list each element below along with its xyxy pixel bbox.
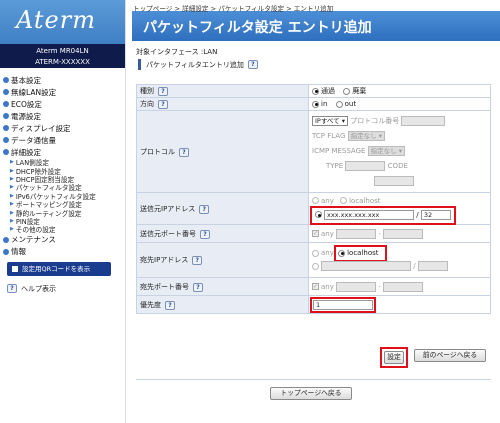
src-ip-localhost-radio[interactable] [340,197,348,204]
sidebar-item-power[interactable]: 電源設定 [3,110,125,122]
sidebar-subitem-other[interactable]: ▶ その他の設定 [3,225,125,234]
src-port-end-input[interactable] [383,228,424,239]
sidebar-item-advanced[interactable]: 詳細設定 [3,146,125,158]
help-icon[interactable]: ? [193,282,203,292]
icmp-type-input[interactable] [345,161,386,171]
help-icon[interactable]: ? [192,256,203,265]
src-port-label: 送信元ポート番号? [136,224,309,243]
bullet-icon [3,236,9,243]
device-id: ATERM-XXXXXX [35,58,90,66]
type-label: 種別? [136,84,309,98]
bullet-icon [3,77,9,83]
help-icon[interactable]: ? [165,300,175,310]
sidebar-item-info[interactable]: 情報 [3,246,125,258]
dst-ip-any-radio[interactable] [312,249,319,257]
arrow-icon: ▶ [10,209,14,216]
top-page-button[interactable]: トップページへ戻る [270,387,352,400]
src-ip-mask-input[interactable]: 32 [420,209,451,220]
interface-label: 対象インタフェース :LAN [136,48,218,56]
type-pass-radio[interactable] [312,87,319,95]
save-button-highlight: 設定 [380,347,408,368]
bullet-icon [3,101,9,107]
protocol-number-input[interactable] [401,116,446,126]
sidebar-item-basic[interactable]: 基本設定 [3,74,125,86]
help-icon: ? [7,284,17,294]
dst-ip-specify-radio[interactable] [312,262,319,270]
sidebar-item-data-usage[interactable]: データ通信量 [3,134,125,146]
protocol-label: プロトコル? [136,110,309,193]
breadcrumb: トップページ > 詳細設定 > パケットフィルタ設定 > エントリ追加 [133,5,334,13]
bullet-icon [3,125,9,131]
dst-port-any-checkbox[interactable]: ✓ [312,283,319,290]
arrow-icon: ▶ [10,217,14,224]
direction-in-radio[interactable] [312,100,319,108]
protocol-select[interactable]: IPすべて ▾ [312,116,348,126]
qr-code-icon [11,264,19,273]
dst-ip-localhost-radio[interactable] [338,249,346,257]
model-info: Aterm MR04LN ATERM-XXXXXX [0,44,125,68]
src-ip-specify-radio[interactable] [315,211,322,218]
src-port-any-checkbox[interactable]: ✓ [312,230,319,237]
arrow-icon: ▶ [10,201,14,208]
direction-label: 方向? [136,97,309,111]
src-ip-any-radio[interactable] [312,197,319,204]
divider [136,379,491,380]
dst-port-start-input[interactable] [336,281,377,292]
help-icon[interactable]: ? [199,204,210,214]
arrow-icon: ▶ [10,159,14,166]
help-icon[interactable]: ? [247,60,258,69]
tcp-flag-select[interactable]: 指定なし ▾ [347,131,385,141]
save-button[interactable]: 設定 [384,351,404,364]
main-content: トップページ > 詳細設定 > パケットフィルタ設定 > エントリ追加 パケット… [127,0,500,423]
bullet-icon [3,113,9,119]
icmp-message-select[interactable]: 指定なし ▾ [367,146,406,156]
bullet-icon [3,149,9,155]
dst-port-label: 宛先ポート番号? [136,277,309,296]
sidebar-menu: 基本設定 無線LAN設定 ECO設定 電源設定 ディスプレイ設定 データ通信量 … [0,68,125,294]
src-port-start-input[interactable] [336,228,377,239]
bullet-icon [3,137,9,143]
arrow-icon: ▶ [10,167,14,174]
arrow-icon: ▶ [10,226,14,233]
priority-input[interactable]: 1 [313,299,373,310]
direction-out-radio[interactable] [335,100,343,108]
model-name: Aterm MR04LN [36,47,89,55]
sidebar-item-eco[interactable]: ECO設定 [3,98,125,110]
sidebar-item-maintenance[interactable]: メンテナンス [3,234,125,246]
qr-code-button[interactable]: 設定用QRコードを表示 [7,261,111,276]
dst-port-end-input[interactable] [383,281,424,292]
icmp-code-input[interactable] [374,176,414,186]
bullet-icon [3,248,9,255]
aterm-logo: Aterm [0,0,125,44]
dst-ip-label: 宛先IPアドレス? [136,242,309,278]
page-title: パケットフィルタ設定 エントリ追加 [132,11,500,41]
src-ip-label: 送信元IPアドレス? [136,192,309,225]
sidebar-item-wireless-lan[interactable]: 無線LAN設定 [3,86,125,98]
priority-label: 優先度? [136,295,309,314]
arrow-icon: ▶ [10,175,14,182]
dst-ip-address-input[interactable] [321,261,411,271]
back-button[interactable]: 前のページへ戻る [414,349,486,362]
help-icon[interactable]: ? [158,87,168,96]
arrow-icon: ▶ [10,184,14,191]
help-toggle[interactable]: ? ヘルプ表示 [7,284,125,294]
arrow-icon: ▶ [10,192,14,199]
filter-entry-form: 種別? 通過 廃棄 方向? in out プロトコル? IPすべて ▾ プロトコ… [136,84,491,314]
sidebar: Aterm Aterm MR04LN ATERM-XXXXXX 基本設定 無線L… [0,0,126,423]
dst-ip-mask-input[interactable] [417,261,448,271]
section-title: パケットフィルタエントリ追加? [138,59,500,70]
src-ip-address-input[interactable]: xxx.xxx.xxx.xxx [324,209,414,220]
bullet-icon [3,89,9,95]
help-icon[interactable]: ? [158,100,168,109]
help-icon[interactable]: ? [179,147,189,157]
sidebar-item-display[interactable]: ディスプレイ設定 [3,122,125,134]
type-discard-radio[interactable] [343,87,351,95]
help-icon[interactable]: ? [200,229,210,239]
